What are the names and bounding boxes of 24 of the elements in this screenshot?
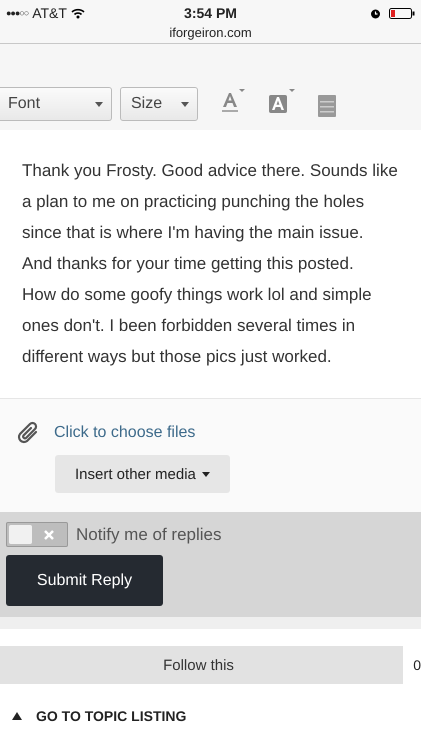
clock-time: 3:54 PM [184,5,237,21]
arrow-up-icon [12,712,22,720]
wifi-icon [70,8,85,18]
carrier-name: AT&T [32,5,67,21]
alarm-clock-icon [370,8,381,18]
follower-count: 0 [403,646,421,684]
caret-icon [202,472,210,476]
notify-toggle[interactable] [6,522,68,547]
follow-button[interactable]: Follow this [0,646,403,684]
close-icon [44,530,54,540]
topic-listing-link[interactable]: GO TO TOPIC LISTING [12,708,409,724]
choose-files-link[interactable]: Click to choose files [54,424,196,442]
signal-indicator: ●●●○○ [6,8,28,18]
size-dropdown[interactable]: Size [120,87,198,121]
submit-reply-button[interactable]: Submit Reply [6,555,163,606]
caret-icon [95,102,103,106]
insert-media-button[interactable]: Insert other media [55,455,230,493]
document-icon[interactable] [318,95,336,117]
caret-icon [181,102,189,106]
page-url[interactable]: iforgeiron.com [6,25,415,40]
battery-icon [388,8,415,18]
reply-text[interactable]: Thank you Frosty. Good advice there. Sounds like a plan to me on practicing punching the holes since that is where I'm having the main issue. And thanks for your time getting this posted. How do some goofy things work lol and simple ones don't. I been forbidden several times in different ways but those pics just worked. [22,155,399,372]
font-dropdown[interactable]: Font [0,87,112,121]
notify-label: Notify me of replies [76,524,222,544]
